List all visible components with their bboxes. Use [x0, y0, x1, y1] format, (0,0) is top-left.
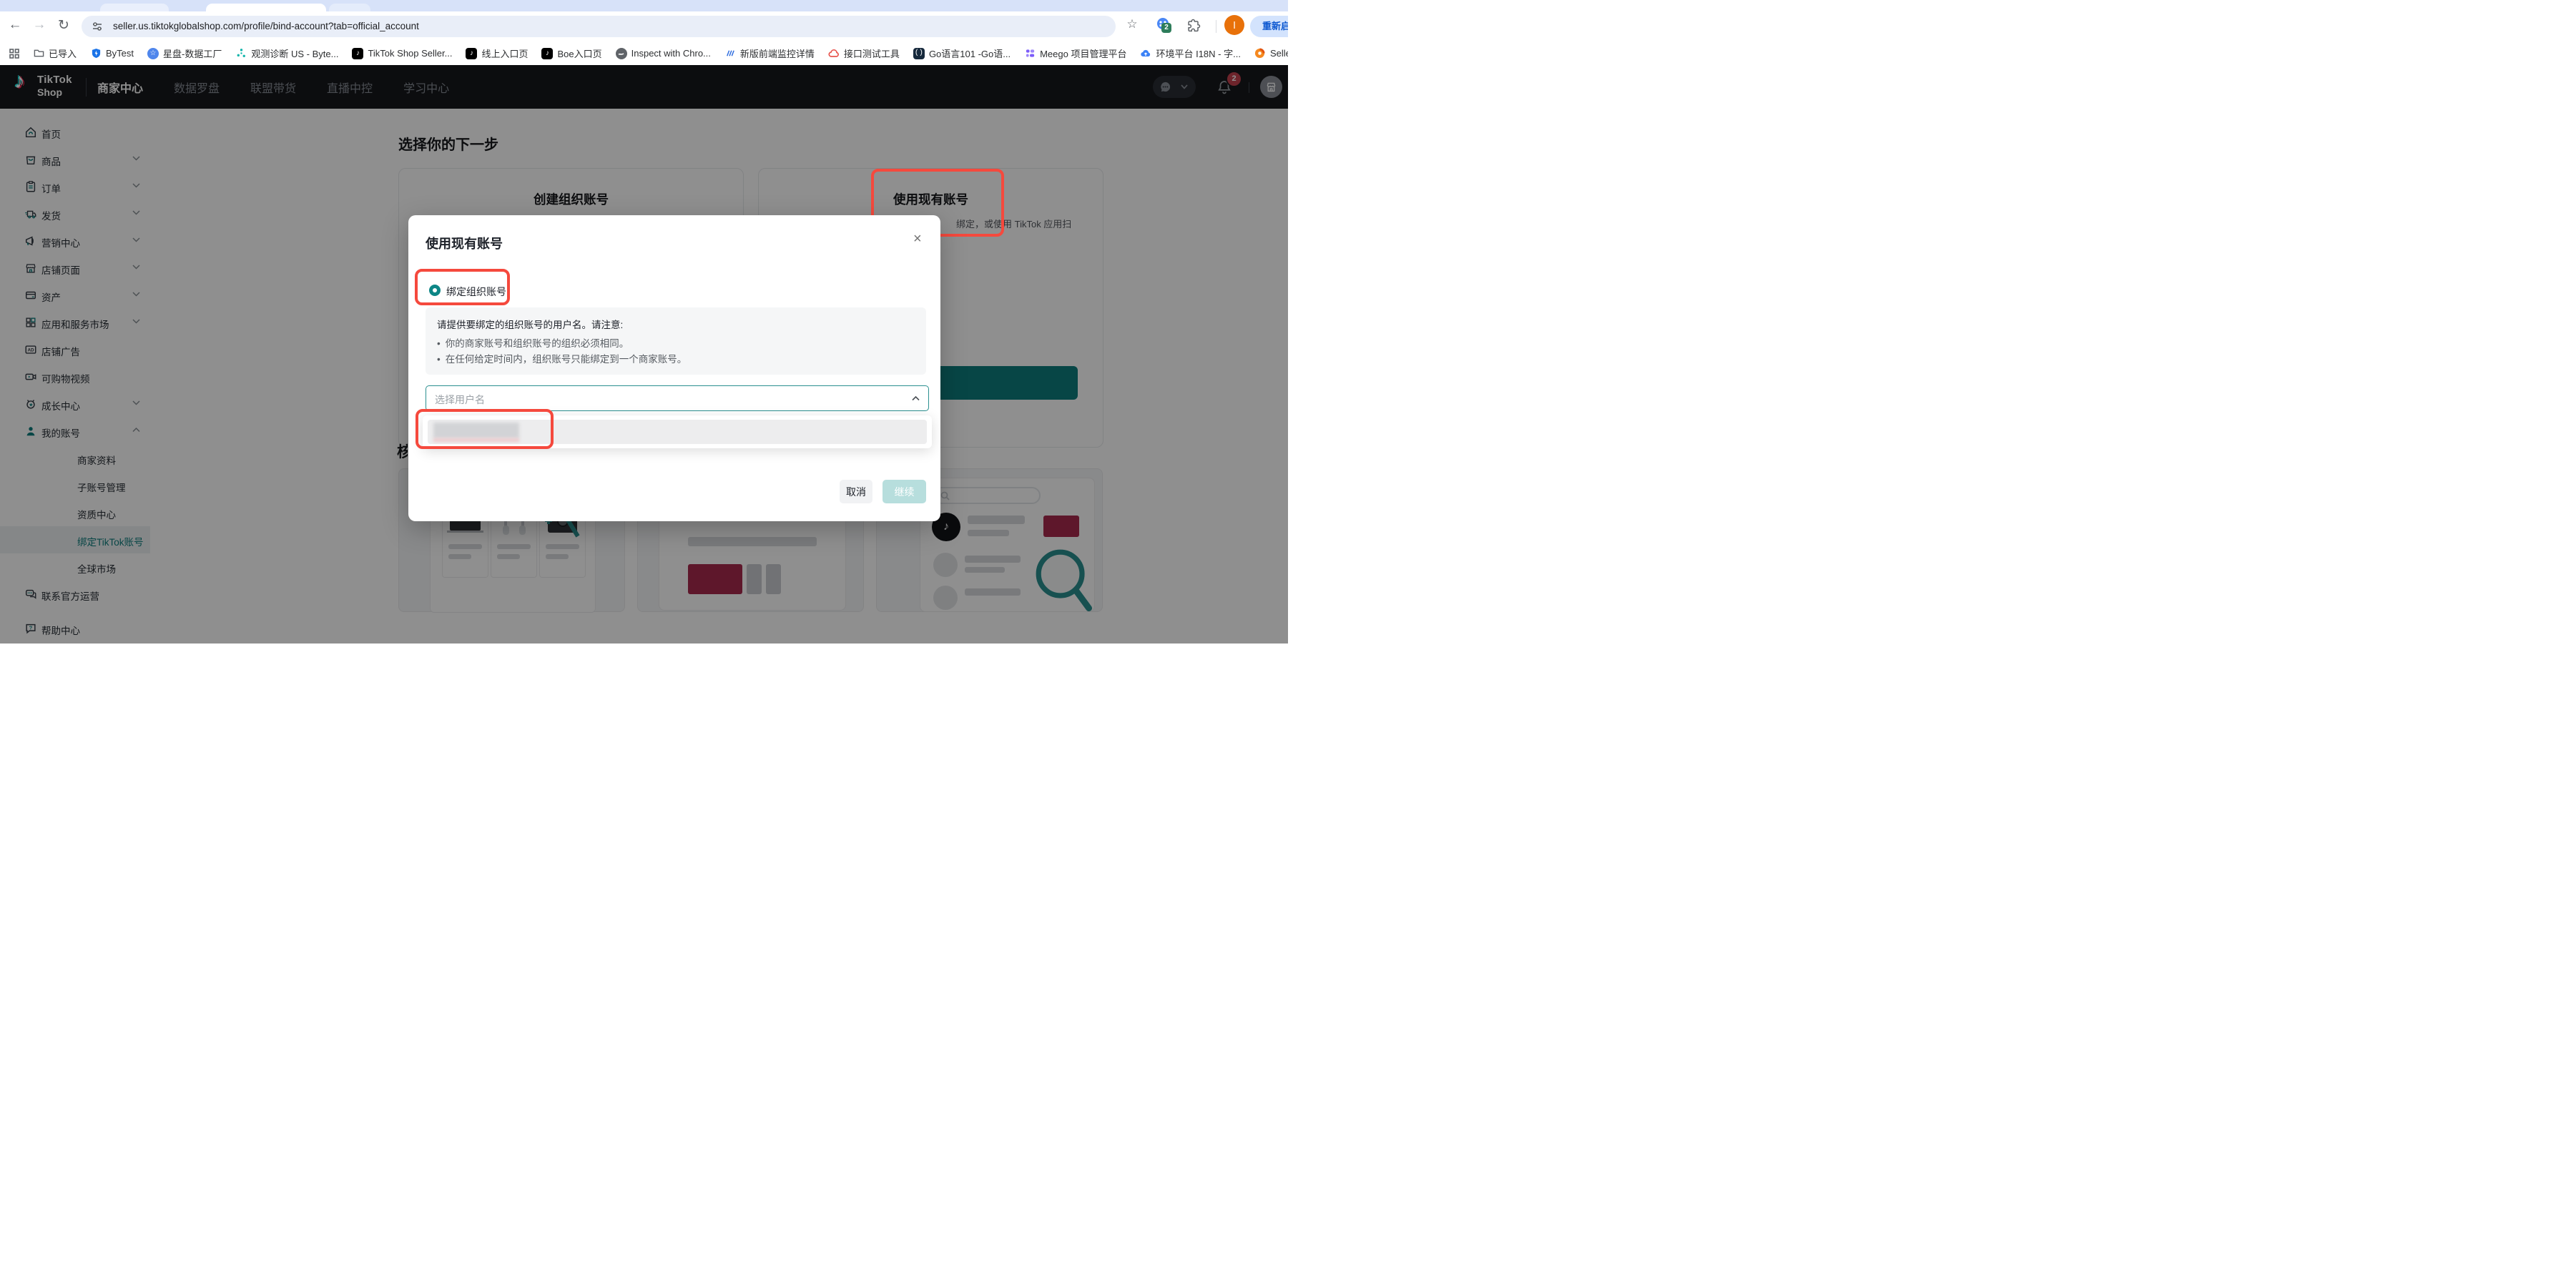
- extension-badge: 2: [1161, 23, 1171, 33]
- bookmark-item[interactable]: Inspect with Chro...: [616, 48, 711, 59]
- browser-tab-strip[interactable]: [0, 0, 1288, 11]
- bookmark-item[interactable]: Meego 项目管理平台: [1024, 46, 1126, 60]
- bookmark-item[interactable]: 观测诊断 US - Byte...: [235, 46, 338, 60]
- site-settings-icon[interactable]: [92, 21, 103, 32]
- chevron-up-icon: [911, 395, 920, 402]
- bookmark-item[interactable]: ()Go语言101 -Go语...: [913, 46, 1011, 60]
- tiktok-icon: ♪: [541, 48, 553, 59]
- cloud-red-icon: [828, 48, 840, 59]
- cloud-blue-icon: [1140, 48, 1151, 59]
- bookmarks-bar: 已导入 ByTest ☆星盘-数据工厂 观测诊断 US - Byte... ♪T…: [0, 41, 1288, 65]
- modal-title: 使用现有账号: [426, 234, 503, 252]
- go-book-icon: (): [913, 48, 925, 59]
- bookmark-item[interactable]: ☆星盘-数据工厂: [147, 46, 222, 60]
- bookmark-item[interactable]: 已导入: [33, 46, 77, 60]
- username-select[interactable]: 选择用户名: [426, 385, 929, 411]
- folder-icon: [33, 48, 44, 59]
- url-bar[interactable]: seller.us.tiktokglobalshop.com/profile/b…: [82, 16, 1116, 37]
- bookmark-item[interactable]: 新版前端监控详情: [724, 46, 815, 60]
- bookmark-star-icon[interactable]: ☆: [1123, 17, 1141, 31]
- meego-icon: [1024, 48, 1036, 59]
- notice-bullet: 你的商家账号和组织账号的组织必须相同。: [446, 336, 629, 352]
- globe-icon: [616, 48, 627, 59]
- dots-cluster-icon: [235, 48, 247, 59]
- back-icon[interactable]: ←: [6, 17, 24, 33]
- reload-icon[interactable]: ↻: [54, 17, 73, 34]
- extension-icon[interactable]: 2: [1156, 17, 1170, 31]
- screen: ← → ↻ seller.us.tiktokglobalshop.com/pro…: [0, 0, 1288, 644]
- star-disc-icon: ☆: [147, 48, 159, 59]
- bookmark-item[interactable]: ByTest: [90, 48, 134, 59]
- browser-tab[interactable]: [329, 4, 370, 11]
- annotation-box-dropdown-option: [416, 409, 554, 449]
- forward-icon[interactable]: →: [30, 17, 49, 33]
- cancel-button[interactable]: 取消: [840, 480, 872, 503]
- tiktok-icon: ♪: [466, 48, 477, 59]
- notice-bullet: 在任何给定时间内，组织账号只能绑定到一个商家账号。: [446, 352, 687, 368]
- shield-icon: [90, 48, 102, 59]
- bookmark-item[interactable]: 环境平台 I18N - 字...: [1140, 46, 1240, 60]
- bookmark-item[interactable]: ♪TikTok Shop Seller...: [352, 48, 452, 59]
- bookmark-item[interactable]: ♪线上入口页: [466, 46, 528, 60]
- bookmark-item[interactable]: ♪Boe入口页: [541, 46, 601, 60]
- grafana-icon: [1254, 48, 1266, 59]
- notice-title: 请提供要绑定的组织账号的用户名。请注意:: [437, 317, 915, 331]
- restart-button[interactable]: 重新启动: [1250, 16, 1288, 37]
- select-placeholder: 选择用户名: [435, 393, 485, 407]
- bookmark-item[interactable]: Seller Account M: [1254, 48, 1288, 59]
- browser-toolbar: ← → ↻ seller.us.tiktokglobalshop.com/pro…: [0, 11, 1288, 41]
- profile-avatar[interactable]: l: [1224, 15, 1244, 35]
- annotation-box-radio: [415, 269, 510, 305]
- browser-tab[interactable]: [100, 4, 169, 11]
- url-text[interactable]: seller.us.tiktokglobalshop.com/profile/b…: [113, 21, 419, 31]
- monitor-lines-icon: [724, 48, 736, 59]
- apps-grid-icon[interactable]: [9, 48, 20, 59]
- browser-tab-active[interactable]: [206, 4, 326, 11]
- close-icon[interactable]: ×: [913, 231, 922, 247]
- tiktok-icon: ♪: [352, 48, 363, 59]
- bookmark-item[interactable]: 接口测试工具: [828, 46, 900, 60]
- continue-button[interactable]: 继续: [883, 480, 926, 503]
- notice-box: 请提供要绑定的组织账号的用户名。请注意: •你的商家账号和组织账号的组织必须相同…: [426, 307, 926, 375]
- extensions-puzzle-icon[interactable]: [1187, 18, 1201, 32]
- use-existing-account-modal: 使用现有账号 × 绑定组织账号 请提供要绑定的组织账号的用户名。请注意: •你的…: [408, 215, 940, 521]
